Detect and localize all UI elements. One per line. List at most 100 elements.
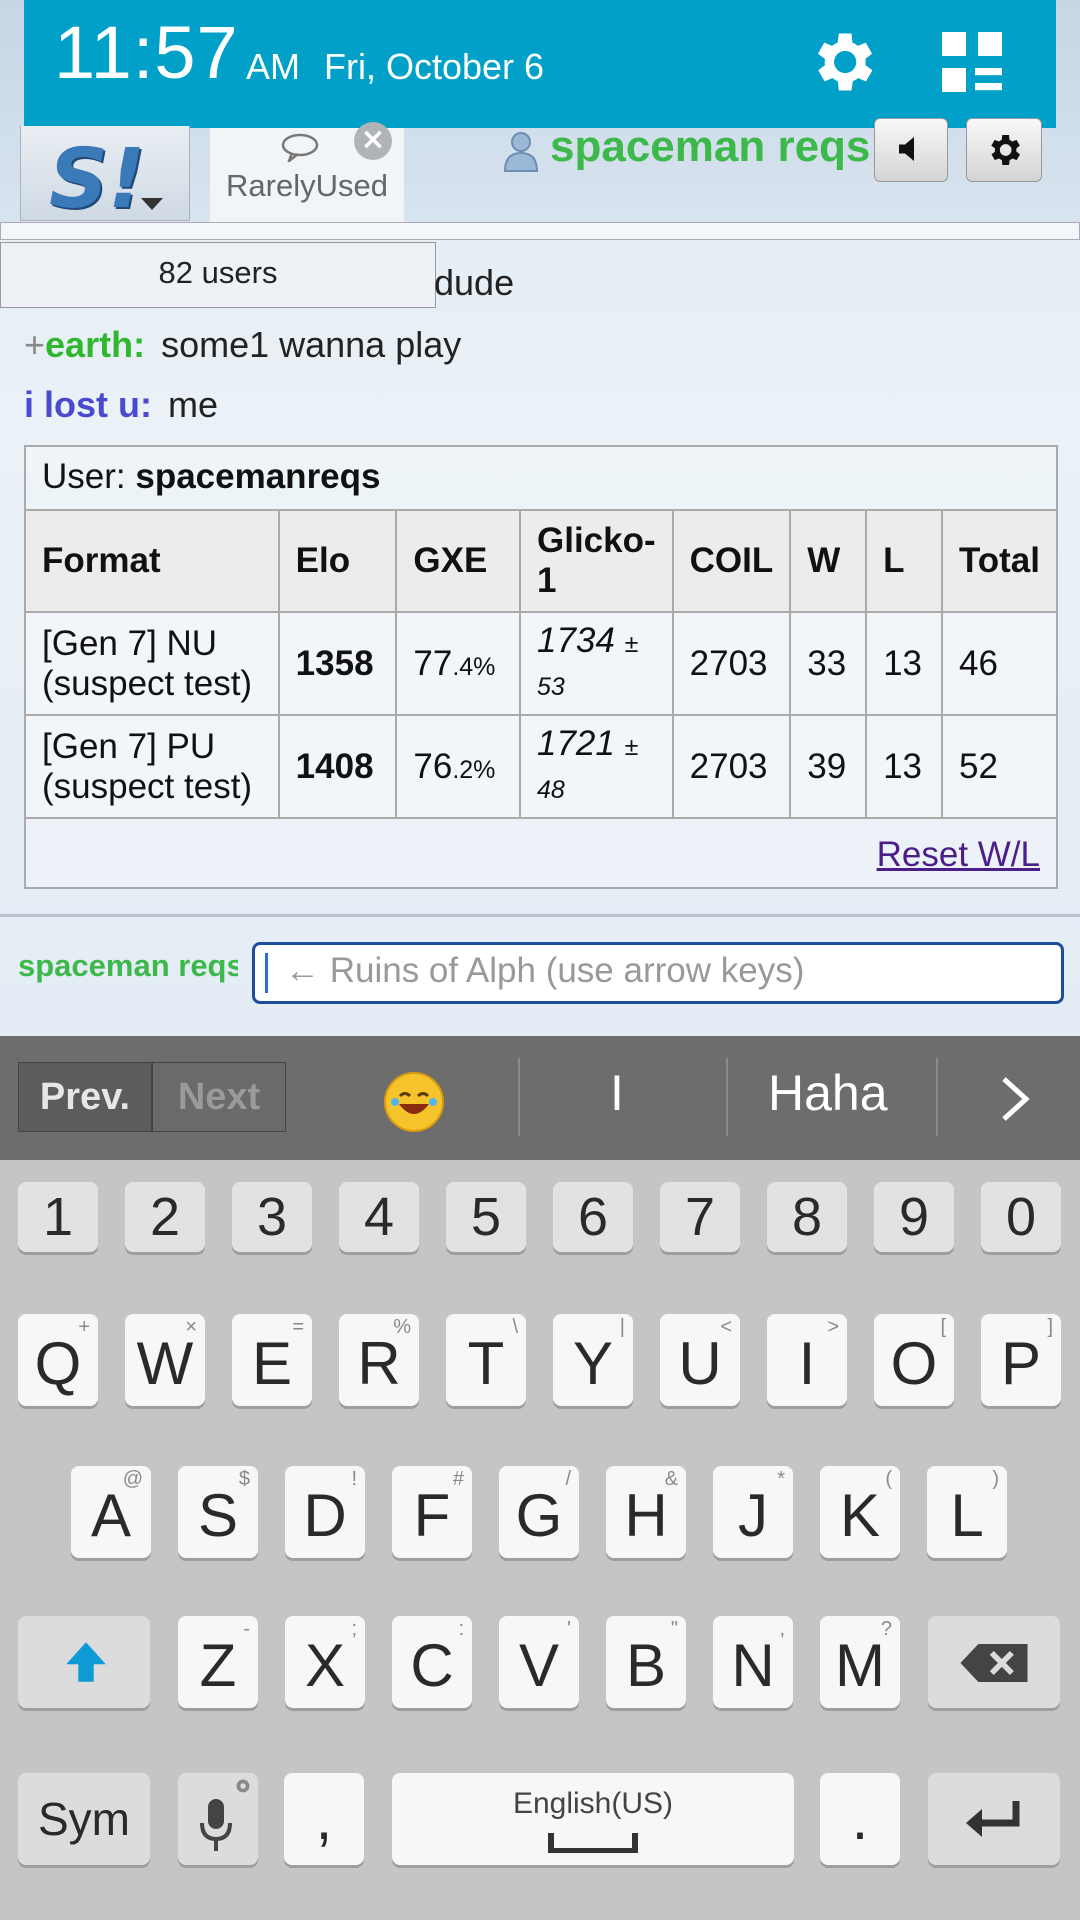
key-z[interactable]: Z- — [178, 1616, 258, 1708]
table-header-row: Format Elo GXE Glicko-1 COIL W L Total — [24, 509, 1059, 613]
key-label: U — [678, 1330, 722, 1397]
cell-format: [Gen 7] PU (suspect test) — [24, 714, 280, 819]
key-label: E — [251, 1330, 293, 1397]
chat-username[interactable]: earth: — [45, 324, 145, 365]
enter-key[interactable] — [928, 1773, 1060, 1865]
key-alt-label: % — [393, 1316, 411, 1338]
cell-wins: 33 — [789, 611, 868, 716]
shift-arrow-icon — [66, 1642, 106, 1682]
quick-panel-icon[interactable] — [936, 26, 1008, 98]
suggestion-word[interactable]: Haha — [768, 1064, 888, 1122]
userlist-button[interactable]: 82 users — [0, 242, 436, 308]
cell-elo: 1408 — [277, 714, 398, 819]
space-key[interactable]: English(US) — [392, 1773, 794, 1865]
key-i[interactable]: I > — [767, 1314, 847, 1406]
key-4[interactable]: 4 — [339, 1182, 419, 1252]
key-alt-label: # — [452, 1468, 464, 1490]
key-e[interactable]: E = — [232, 1314, 312, 1406]
key-0[interactable]: 0 — [981, 1182, 1061, 1252]
comma-key[interactable]: , — [284, 1773, 364, 1865]
key-w[interactable]: W × — [125, 1314, 205, 1406]
cell-glicko: 1734 ± 53 — [519, 611, 674, 716]
period-key[interactable]: . — [820, 1773, 900, 1865]
close-tab-icon[interactable]: × — [354, 122, 392, 160]
backspace-key[interactable] — [928, 1616, 1060, 1708]
key-5[interactable]: 5 — [446, 1182, 526, 1252]
key-n[interactable]: N, — [713, 1616, 793, 1708]
key-label: B — [625, 1632, 667, 1699]
username[interactable]: spaceman reqs — [550, 122, 870, 172]
key-v[interactable]: V ' — [499, 1616, 579, 1708]
key-label: G — [515, 1482, 563, 1549]
key-label: 0 — [1005, 1187, 1037, 1247]
key-a[interactable]: A @ — [71, 1466, 151, 1558]
key-f[interactable]: F # — [392, 1466, 472, 1558]
key-label: D — [303, 1482, 347, 1549]
key-l[interactable]: L) — [927, 1466, 1007, 1558]
options-button[interactable] — [966, 118, 1042, 182]
prev-field-button[interactable]: Prev. — [18, 1062, 152, 1132]
key-h[interactable]: H & — [606, 1466, 686, 1558]
key-t[interactable]: T \ — [446, 1314, 526, 1406]
reset-wl-link[interactable]: Reset W/L — [877, 835, 1040, 875]
key-c[interactable]: C: — [392, 1616, 472, 1708]
key-1[interactable]: 1 — [18, 1182, 98, 1252]
key-m[interactable]: M? — [820, 1616, 900, 1708]
showdown-logo: S! — [49, 132, 146, 227]
chevron-right-icon[interactable] — [1000, 1076, 1030, 1122]
shift-key[interactable] — [18, 1616, 150, 1708]
ranking-table: Format Elo GXE Glicko-1 COIL W L Total [… — [24, 509, 1059, 819]
key-label: T — [467, 1330, 505, 1397]
key-label: W — [136, 1330, 194, 1397]
suggestion-divider — [518, 1058, 520, 1136]
key-j[interactable]: J * — [713, 1466, 793, 1558]
col-header: Format — [24, 509, 280, 613]
chat-message-input[interactable]: ← Ruins of Alph (use arrow keys) — [252, 942, 1064, 1004]
laughing-emoji-icon[interactable] — [384, 1072, 444, 1132]
key-label: 2 — [149, 1187, 181, 1247]
voice-input-key[interactable] — [178, 1773, 258, 1865]
settings-gear-icon[interactable] — [804, 24, 880, 100]
user-icon[interactable] — [502, 130, 540, 172]
key-label: 7 — [684, 1187, 716, 1247]
key-2[interactable]: 2 — [125, 1182, 205, 1252]
cell-format: [Gen 7] NU (suspect test) — [24, 611, 280, 716]
key-9[interactable]: 9 — [874, 1182, 954, 1252]
text-cursor — [265, 953, 268, 993]
main-menu-button[interactable]: S! — [20, 126, 190, 227]
suggestion-word[interactable]: I — [610, 1064, 624, 1122]
key-3[interactable]: 3 — [232, 1182, 312, 1252]
key-y[interactable]: Y | — [553, 1314, 633, 1406]
ranking-panel: User: spacemanreqs Format Elo GXE Glicko… — [24, 445, 1059, 889]
chat-username[interactable]: i lost u: — [24, 384, 152, 425]
cell-elo: 1358 — [277, 611, 398, 716]
suggestion-divider — [936, 1058, 938, 1136]
cell-wins: 39 — [789, 714, 868, 819]
key-u[interactable]: U < — [660, 1314, 740, 1406]
key-q[interactable]: Q + — [18, 1314, 98, 1406]
key-s[interactable]: S $ — [178, 1466, 258, 1558]
sound-button[interactable] — [874, 118, 948, 182]
chat-composer-divider — [0, 914, 1080, 917]
key-r[interactable]: R% — [339, 1314, 419, 1406]
suggestion-bar: Prev. Next I Haha — [0, 1036, 1080, 1160]
tab-label: RarelyUsed — [226, 168, 388, 203]
key-8[interactable]: 8 — [767, 1182, 847, 1252]
key-7[interactable]: 7 — [660, 1182, 740, 1252]
key-x[interactable]: X; — [285, 1616, 365, 1708]
key-o[interactable]: O[ — [874, 1314, 954, 1406]
key-6[interactable]: 6 — [553, 1182, 633, 1252]
next-field-button[interactable]: Next — [152, 1062, 286, 1132]
key-d[interactable]: D! — [285, 1466, 365, 1558]
sym-key[interactable]: Sym — [18, 1773, 150, 1865]
key-alt-label: / — [565, 1468, 571, 1490]
key-label: Z — [199, 1632, 237, 1699]
key-p[interactable]: P] — [981, 1314, 1061, 1406]
key-alt-label: ; — [351, 1618, 357, 1640]
key-b[interactable]: B " — [606, 1616, 686, 1708]
key-k[interactable]: K( — [820, 1466, 900, 1558]
key-label: M — [835, 1632, 885, 1699]
key-label: C — [410, 1632, 454, 1699]
key-alt-label: : — [458, 1618, 464, 1640]
key-g[interactable]: G / — [499, 1466, 579, 1558]
